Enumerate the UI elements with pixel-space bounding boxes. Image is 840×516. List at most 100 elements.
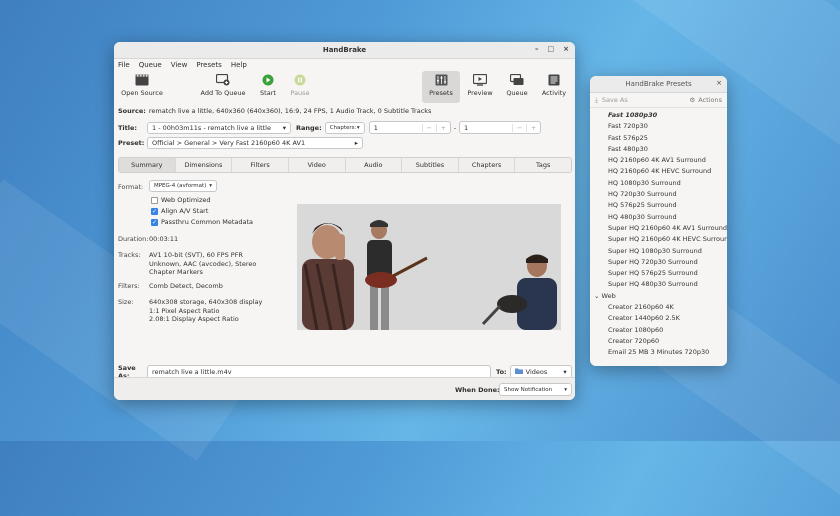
preset-row: Preset: Official > General > Very Fast 2… [118, 137, 363, 149]
preset-item[interactable]: HQ 720p30 Surround [590, 189, 727, 200]
range-end-spinner[interactable]: 1 − + [459, 121, 542, 134]
tab-summary[interactable]: Summary [119, 158, 176, 172]
filters-label: Filters: [118, 282, 140, 290]
tracks-label: Tracks: [118, 251, 141, 259]
preset-item[interactable]: Creator 720p60 [590, 336, 727, 347]
preview-icon [473, 73, 487, 86]
minimize-button[interactable]: – [535, 45, 539, 53]
preset-item[interactable]: Creator 2160p60 4K [590, 302, 727, 313]
presets-toolbar: ⤓ Save As ⚙ Actions [590, 93, 727, 108]
preset-item[interactable]: Fast 1080p30 [590, 110, 727, 121]
presets-title-bar[interactable]: HandBrake Presets × [590, 76, 727, 93]
preset-item[interactable]: Creator 1440p60 2.5K [590, 313, 727, 324]
preset-item[interactable]: Super HQ 720p30 Surround [590, 257, 727, 268]
menu-queue[interactable]: Queue [139, 61, 162, 69]
menu-bar: File Queue View Presets Help [114, 59, 575, 71]
decrement-button[interactable]: − [421, 123, 436, 132]
range-mode-select[interactable]: Chapters: ▾ [324, 121, 365, 134]
activity-button[interactable]: Activity [532, 71, 575, 97]
title-bar[interactable]: HandBrake – □ × [114, 42, 575, 59]
tab-dimensions[interactable]: Dimensions [176, 158, 233, 172]
preset-item[interactable]: Fast 480p30 [590, 144, 727, 155]
title-select[interactable]: 1 - 00h03m11s - rematch live a little ▾ [147, 121, 291, 134]
tab-chapters[interactable]: Chapters [459, 158, 516, 172]
format-label: Format: [118, 183, 144, 191]
preset-item[interactable]: HQ 576p25 Surround [590, 200, 727, 211]
when-done-label: When Done: [455, 386, 500, 394]
menu-help[interactable]: Help [231, 61, 247, 69]
presets-close-button[interactable]: × [716, 79, 722, 87]
duration-label: Duration: [118, 235, 149, 243]
preset-item[interactable]: HQ 2160p60 4K HEVC Surround [590, 166, 727, 177]
size-value: 640x308 storage, 640x308 display 1:1 Pix… [149, 298, 263, 323]
close-button[interactable]: × [563, 45, 569, 53]
range-start-spinner[interactable]: 1 − + [368, 121, 451, 134]
format-select[interactable]: MPEG-4 (avformat) ▾ [149, 180, 217, 192]
tab-subtitles[interactable]: Subtitles [402, 158, 459, 172]
preset-item[interactable]: Email 25 MB 3 Minutes 720p30 [590, 347, 727, 358]
preset-item[interactable]: HQ 480p30 Surround [590, 212, 727, 223]
dropdown-arrow-icon: ▾ [356, 124, 360, 131]
preset-label: Preset: [118, 139, 145, 147]
filters-value: Comb Detect, Decomb [149, 282, 223, 290]
activity-icon [547, 73, 561, 86]
toolbar: Open Source Add To Queue Start Pause Pre… [114, 71, 575, 105]
chevron-right-icon: ▸ [354, 139, 358, 147]
decrement-button[interactable]: − [512, 123, 526, 132]
align-av-checkbox[interactable]: ✓ Align A/V Start [151, 207, 208, 215]
when-done-select[interactable]: Show Notification ▾ [499, 383, 572, 396]
menu-view[interactable]: View [171, 61, 188, 69]
preset-item[interactable]: Fast 720p30 [590, 121, 727, 132]
play-icon [261, 73, 275, 86]
increment-button[interactable]: + [526, 123, 540, 132]
preview-image[interactable] [297, 204, 561, 330]
checkbox-box [151, 196, 158, 204]
title-row: Title: 1 - 00h03m11s - rematch live a li… [118, 121, 542, 134]
checkmark-icon: ✓ [151, 207, 158, 215]
add-queue-icon [216, 73, 230, 86]
dropdown-arrow-icon: ▾ [282, 123, 286, 132]
download-icon: ⤓ [595, 95, 598, 104]
passthru-metadata-checkbox[interactable]: ✓ Passthru Common Metadata [151, 218, 253, 226]
web-optimized-checkbox[interactable]: Web Optimized [151, 196, 211, 204]
folder-icon [514, 368, 523, 376]
save-as-preset-button[interactable]: ⤓ Save As [595, 96, 628, 105]
preset-item[interactable]: Creator 1080p60 [590, 325, 727, 336]
pause-icon [293, 73, 307, 86]
presets-list: Fast 1080p30 Fast 720p30 Fast 576p25 Fas… [590, 108, 727, 359]
preset-item[interactable]: Super HQ 1080p30 Surround [590, 246, 727, 257]
increment-button[interactable]: + [435, 123, 450, 132]
handbrake-main-window: HandBrake – □ × File Queue View Presets … [114, 42, 575, 400]
dropdown-arrow-icon: ▾ [563, 368, 567, 376]
tab-audio[interactable]: Audio [346, 158, 403, 172]
tab-tags[interactable]: Tags [515, 158, 571, 172]
title-label: Title: [118, 123, 138, 132]
settings-tabs: Summary Dimensions Filters Video Audio S… [118, 157, 572, 173]
preset-group-web[interactable]: ⌄ Web [590, 291, 727, 302]
open-source-button[interactable]: Open Source [119, 71, 165, 97]
checkmark-icon: ✓ [151, 218, 158, 226]
queue-icon [510, 73, 524, 86]
actions-button[interactable]: ⚙ Actions [689, 96, 722, 104]
preset-item[interactable]: Super HQ 480p30 Surround [590, 279, 727, 290]
presets-window: HandBrake Presets × ⤓ Save As ⚙ Actions … [590, 76, 727, 366]
preset-item[interactable]: HQ 2160p60 4K AV1 Surround [590, 155, 727, 166]
add-to-queue-button[interactable]: Add To Queue [200, 71, 246, 97]
pause-button[interactable]: Pause [277, 71, 323, 97]
range-label: Range: [296, 123, 322, 132]
window-title: HandBrake [322, 46, 367, 54]
preset-select[interactable]: Official > General > Very Fast 2160p60 4… [147, 137, 363, 149]
presets-button[interactable]: Presets [422, 71, 460, 103]
source-row: Source: rematch live a little, 640x360 (… [118, 107, 431, 115]
preset-item[interactable]: Super HQ 2160p60 4K AV1 Surround [590, 223, 727, 234]
tab-video[interactable]: Video [289, 158, 346, 172]
preset-item[interactable]: Super HQ 576p25 Surround [590, 268, 727, 279]
maximize-button[interactable]: □ [548, 45, 555, 53]
tab-filters[interactable]: Filters [232, 158, 289, 172]
preset-item[interactable]: HQ 1080p30 Surround [590, 178, 727, 189]
bottom-bar: When Done: Show Notification ▾ [114, 377, 575, 400]
menu-file[interactable]: File [118, 61, 130, 69]
menu-presets[interactable]: Presets [196, 61, 221, 69]
preset-item[interactable]: Fast 576p25 [590, 133, 727, 144]
preset-item[interactable]: Super HQ 2160p60 4K HEVC Surround [590, 234, 727, 245]
